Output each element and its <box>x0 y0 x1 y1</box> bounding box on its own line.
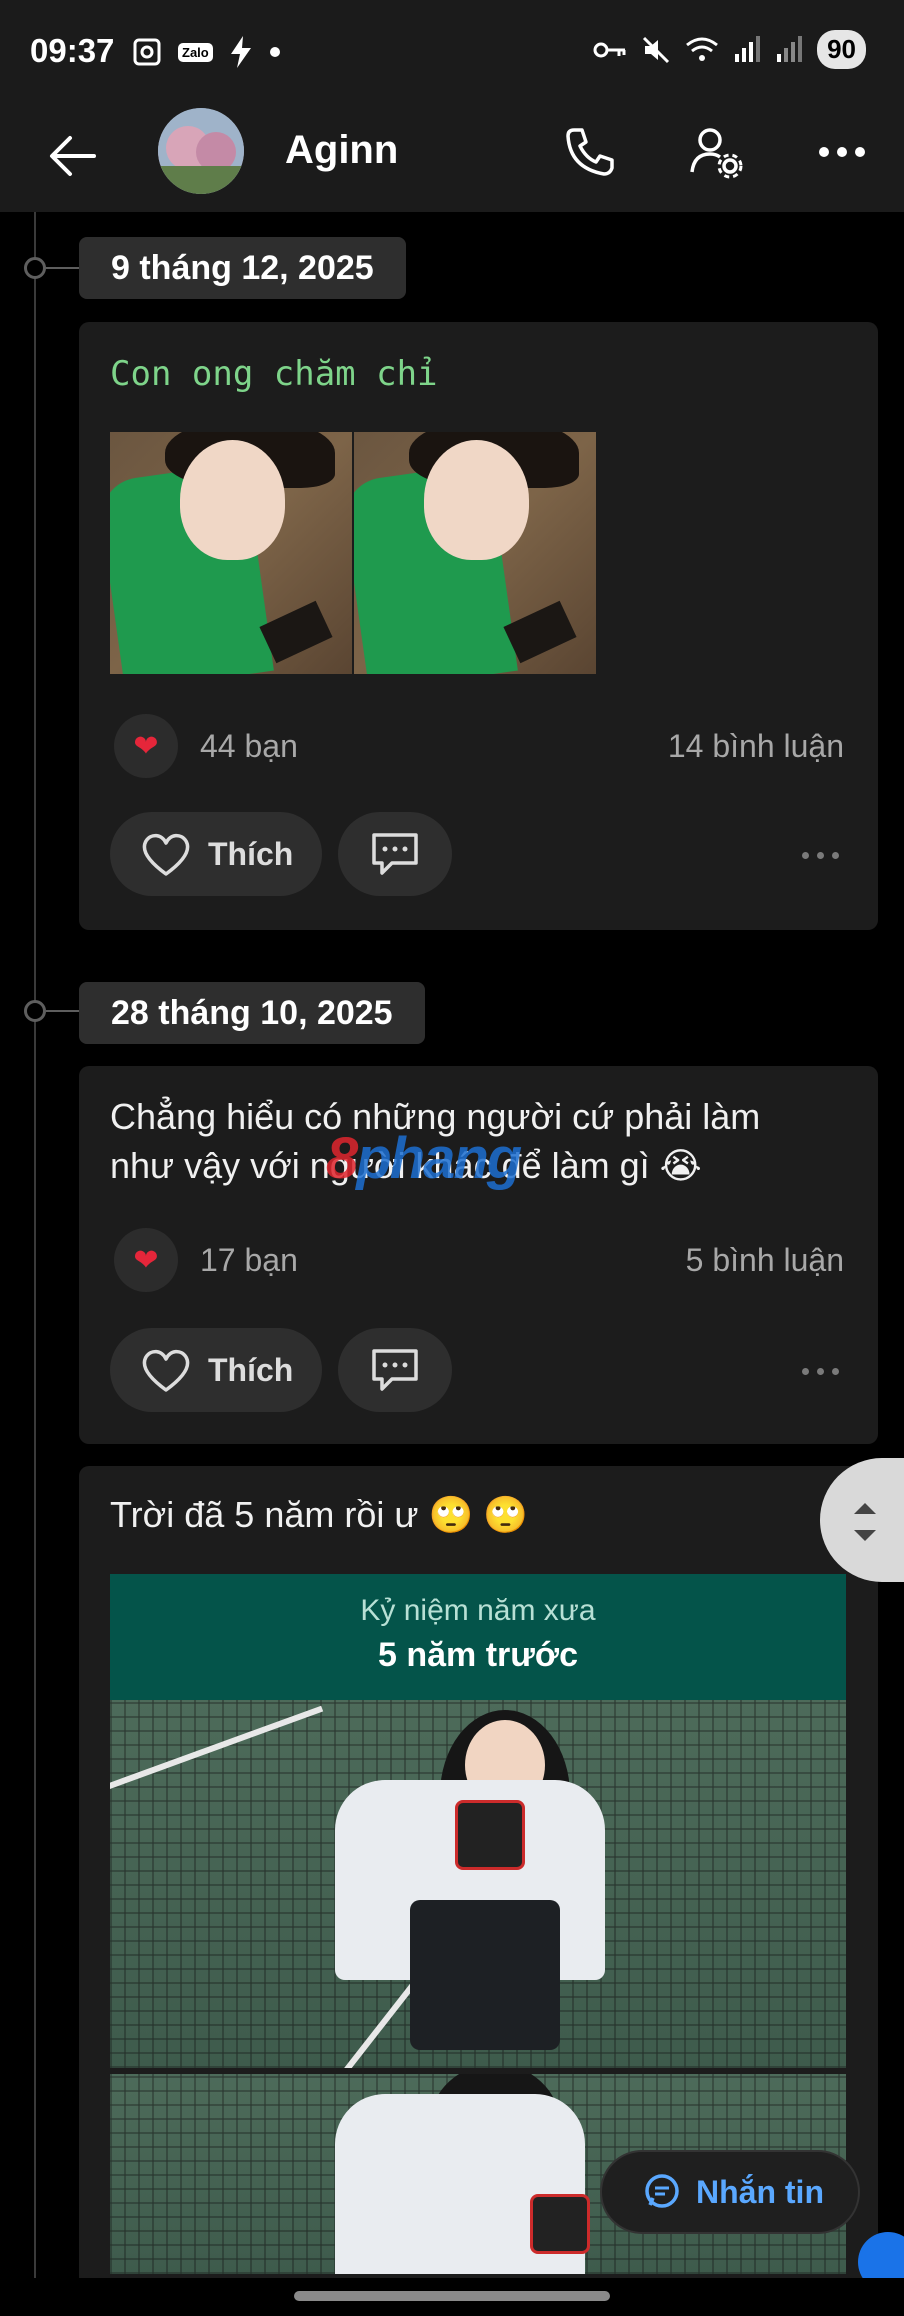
watermark-logo: 8phang <box>326 1126 522 1191</box>
reaction-count[interactable]: 17 bạn <box>200 1242 298 1279</box>
signal-icon-2 <box>777 35 803 62</box>
status-time: 09:37 <box>30 32 115 69</box>
chat-icon <box>645 2174 679 2208</box>
photo-grid[interactable] <box>110 432 596 674</box>
user-settings-icon[interactable] <box>686 122 746 182</box>
date-chip: 9 tháng 12, 2025 <box>79 237 406 299</box>
heart-reaction-icon: ❤ <box>114 714 178 778</box>
battery-icon: 90 <box>817 30 866 69</box>
avatar[interactable] <box>158 108 244 194</box>
comment-icon <box>372 833 418 875</box>
reaction-summary[interactable]: ❤ 44 bạn 14 bình luận <box>114 714 844 778</box>
heart-outline-icon <box>142 833 190 876</box>
memory-title: 5 năm trước <box>378 1636 578 1674</box>
status-bar: 09:37 Zalo 90 <box>0 0 904 104</box>
like-button[interactable]: Thích <box>110 1328 322 1412</box>
message-button[interactable]: Nhắn tin <box>600 2150 860 2234</box>
comment-button[interactable] <box>338 812 452 896</box>
memory-photo[interactable] <box>110 1700 846 2068</box>
timeline-connector <box>46 267 80 269</box>
timeline-dot <box>24 1000 46 1022</box>
timeline-connector <box>46 1010 80 1012</box>
like-label: Thích <box>208 835 294 872</box>
flash-icon <box>230 36 251 68</box>
memory-header: Kỷ niệm năm xưa 5 năm trước <box>110 1574 846 1700</box>
screenshot-icon <box>133 38 161 66</box>
key-icon <box>593 42 626 57</box>
post-more-icon[interactable] <box>790 1356 850 1386</box>
navigation-bar <box>0 2278 904 2316</box>
post-text: Trời đã 5 năm rồi ư 🙄 🙄 <box>110 1494 529 1535</box>
dot-icon <box>269 47 280 57</box>
post-card[interactable]: Chẳng hiểu có những người cứ phải làm nh… <box>79 1066 878 1444</box>
photo[interactable] <box>354 432 596 674</box>
reaction-summary[interactable]: ❤ 17 bạn 5 bình luận <box>114 1228 844 1292</box>
heart-reaction-icon: ❤ <box>114 1228 178 1292</box>
phone-icon[interactable] <box>560 122 620 182</box>
home-handle[interactable] <box>294 2291 610 2301</box>
mute-icon <box>643 36 670 63</box>
comment-count[interactable]: 14 bình luận <box>668 728 844 765</box>
post-more-icon[interactable] <box>790 840 850 870</box>
date-chip: 28 tháng 10, 2025 <box>79 982 425 1044</box>
back-arrow-icon[interactable] <box>44 126 104 186</box>
timeline-dot <box>24 257 46 279</box>
post-actions: Thích <box>110 1328 850 1412</box>
post-text: Con ong chăm chỉ <box>110 354 438 394</box>
reaction-count[interactable]: 44 bạn <box>200 728 298 765</box>
more-icon[interactable] <box>812 122 872 182</box>
memory-subtitle: Kỷ niệm năm xưa <box>360 1594 596 1627</box>
scroll-arrows-icon <box>854 1503 876 1541</box>
zalo-icon: Zalo <box>178 42 213 62</box>
message-button-label: Nhắn tin <box>696 2173 824 2210</box>
photo[interactable] <box>110 432 352 674</box>
contact-name[interactable]: Aginn <box>285 128 398 173</box>
status-icons-left: Zalo <box>132 36 281 68</box>
signal-icon <box>735 35 761 62</box>
comment-button[interactable] <box>338 1328 452 1412</box>
status-icons-right: 90 <box>593 30 866 69</box>
like-button[interactable]: Thích <box>110 812 322 896</box>
wifi-icon <box>686 37 719 61</box>
heart-outline-icon <box>142 1349 190 1392</box>
comment-count[interactable]: 5 bình luận <box>686 1242 844 1279</box>
like-label: Thích <box>208 1351 294 1388</box>
timeline-line <box>34 212 36 2282</box>
post-actions: Thích <box>110 812 850 896</box>
comment-icon <box>372 1349 418 1391</box>
chat-header: Aginn <box>0 104 904 212</box>
post-card[interactable]: Con ong chăm chỉ ❤ 44 bạn 14 bình luận T… <box>79 322 878 930</box>
